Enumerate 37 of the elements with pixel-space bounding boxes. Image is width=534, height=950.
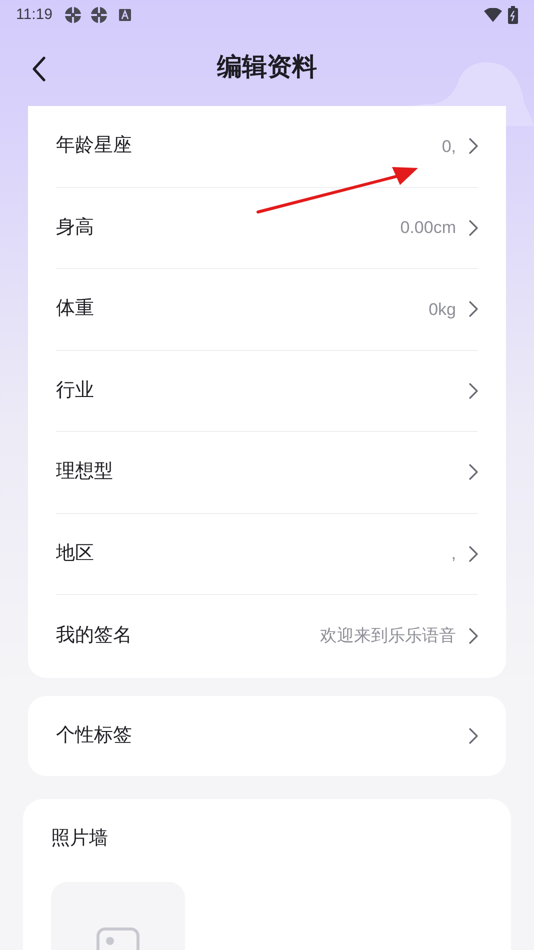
row-label: 年龄星座 <box>56 134 132 158</box>
chevron-right-icon <box>468 137 478 156</box>
row-value: , <box>451 543 456 565</box>
row-label: 行业 <box>56 378 94 402</box>
row-label: 理想型 <box>56 460 113 484</box>
wifi-icon <box>484 8 502 22</box>
row-label: 我的签名 <box>56 624 132 648</box>
profile-row[interactable]: 理想型 <box>56 432 478 514</box>
keyboard-icon <box>118 8 132 22</box>
app-notification-icon <box>90 6 108 24</box>
profile-row[interactable]: 身高 0.00cm <box>56 188 478 269</box>
page-title: 编辑资料 <box>217 52 317 84</box>
chevron-right-icon <box>468 727 478 745</box>
section-title: 照片墙 <box>51 827 109 851</box>
row-label: 体重 <box>56 297 94 321</box>
app-notification-icon <box>64 6 82 24</box>
row-value: 0.00cm <box>400 217 456 239</box>
chevron-right-icon <box>468 300 478 318</box>
chevron-right-icon <box>468 463 478 482</box>
profile-row[interactable]: 我的签名 欢迎来到乐乐语音 <box>56 595 478 676</box>
back-icon <box>32 56 46 82</box>
profile-row[interactable]: 体重 0kg <box>56 269 478 350</box>
profile-row[interactable]: 个性标签 <box>56 696 478 776</box>
chevron-right-icon <box>468 626 478 645</box>
chevron-right-icon <box>468 544 478 563</box>
row-label: 身高 <box>56 216 94 240</box>
status-time: 11:19 <box>16 4 52 25</box>
profile-row[interactable]: 行业 <box>56 350 478 432</box>
chevron-right-icon <box>468 382 478 400</box>
row-value: 0, <box>442 136 456 158</box>
battery-icon <box>508 6 518 24</box>
row-label: 个性标签 <box>56 724 132 748</box>
row-value: 0kg <box>428 298 456 320</box>
row-label: 地区 <box>56 542 94 566</box>
row-value: 欢迎来到乐乐语音 <box>320 625 456 647</box>
chevron-right-icon <box>468 218 478 237</box>
profile-row[interactable]: 地区 , <box>56 514 478 595</box>
